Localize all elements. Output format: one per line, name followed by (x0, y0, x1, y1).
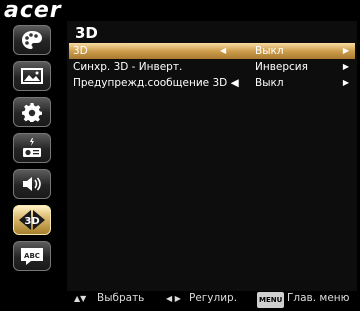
settings-gear-icon (22, 103, 42, 122)
menu-row-label: 3D (73, 45, 88, 57)
menu-row-label: Предупрежд.сообщение 3D ◀ (73, 77, 239, 89)
main-menu-hint-label: Глав. меню (287, 292, 350, 304)
sidebar-item-settings[interactable] (13, 97, 51, 127)
sidebar-item-color[interactable] (13, 25, 51, 55)
language-icon-label: ABC (24, 252, 40, 260)
projector-management-icon (23, 138, 41, 157)
color-palette-icon (22, 31, 42, 49)
footer-hint-bar: ▲▼ Выбрать ◀ ▶ Регулир. MENU Глав. меню (0, 291, 360, 311)
audio-speaker-icon (23, 177, 41, 191)
menu-row-3d[interactable]: 3D ◀ Выкл ▶ (69, 43, 355, 59)
sidebar-item-language[interactable]: ABC (13, 241, 51, 271)
right-arrow-icon[interactable]: ▶ (343, 43, 349, 59)
menu-row-3d-warning-message[interactable]: Предупрежд.сообщение 3D ◀ Выкл ▶ (69, 75, 355, 91)
sidebar: 3D ABC (0, 21, 64, 291)
left-arrow-icon[interactable]: ◀ (220, 43, 226, 59)
menu-row-value: Выкл (255, 45, 284, 57)
adjust-hint-label: Регулир. (189, 292, 238, 304)
menu-row-value: Инверсия (255, 61, 308, 73)
menu-panel: 3D 3D ◀ Выкл ▶ Синхр. 3D - Инверт. Инвер… (67, 21, 357, 291)
3d-icon: 3D (19, 210, 45, 230)
sidebar-item-image[interactable] (13, 61, 51, 91)
brand-logo: acer (4, 0, 62, 23)
sidebar-item-audio[interactable] (13, 169, 51, 199)
up-down-arrows-icon: ▲▼ (74, 294, 87, 303)
page-title: 3D (75, 24, 98, 42)
sidebar-item-3d[interactable]: 3D (13, 205, 51, 235)
left-right-arrows-icon: ◀ ▶ (166, 294, 181, 303)
menu-row-label: Синхр. 3D - Инверт. (73, 61, 183, 73)
menu-row-value: Выкл (255, 77, 284, 89)
right-arrow-icon[interactable]: ▶ (343, 59, 349, 75)
right-arrow-icon[interactable]: ▶ (343, 75, 349, 91)
sidebar-item-management[interactable] (13, 133, 51, 163)
3d-icon-label: 3D (24, 216, 39, 227)
menu-row-3d-sync-invert[interactable]: Синхр. 3D - Инверт. Инверсия ▶ (69, 59, 355, 75)
picture-icon (21, 68, 43, 84)
menu-key-icon: MENU (257, 292, 285, 308)
select-hint-label: Выбрать (97, 292, 145, 304)
language-icon: ABC (21, 248, 43, 265)
menu-rows: 3D ◀ Выкл ▶ Синхр. 3D - Инверт. Инверсия… (69, 43, 355, 91)
